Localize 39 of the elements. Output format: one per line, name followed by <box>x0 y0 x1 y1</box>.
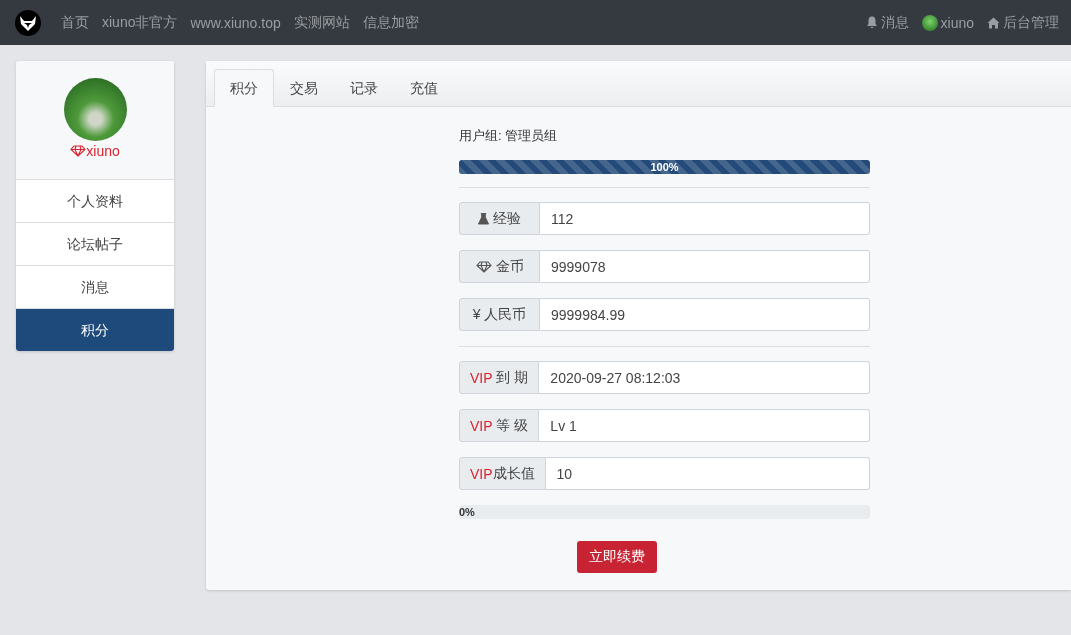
value-field[interactable]: 10 <box>545 457 870 490</box>
diamond-icon <box>70 145 87 157</box>
field-label: ¥ 人民币 <box>459 298 540 331</box>
nav-link[interactable]: 首页 <box>61 13 89 32</box>
tab[interactable]: 充值 <box>394 69 454 107</box>
avatar-icon <box>921 14 938 31</box>
tab[interactable]: 记录 <box>334 69 394 107</box>
value-field[interactable]: 9999078 <box>540 250 870 283</box>
field-label: 经验 <box>459 202 540 235</box>
value-field[interactable]: 2020-09-27 08:12:03 <box>539 361 870 394</box>
sidebar-item[interactable]: 个人资料 <box>16 180 174 223</box>
sidebar-item[interactable]: 论坛帖子 <box>16 223 174 266</box>
nav-link[interactable]: 消息 <box>865 13 909 32</box>
nav-link[interactable]: 后台管理 <box>987 13 1059 32</box>
user-group-text: 用户组: 管理员组 <box>459 127 559 145</box>
home-icon <box>987 16 1000 29</box>
nav-link[interactable]: xiuno <box>921 14 974 31</box>
nav-link[interactable]: xiuno非官方 <box>102 13 178 32</box>
progress-reading: 0% <box>459 505 475 519</box>
progress-reading: 100% <box>649 160 680 174</box>
field-label: VIP 到 期 <box>459 361 540 394</box>
tab[interactable]: 交易 <box>274 69 334 107</box>
value-field[interactable]: Lv 1 <box>539 409 870 442</box>
renew-button[interactable]: 立即续费 <box>577 541 657 573</box>
username-link[interactable]: xiuno <box>70 143 120 159</box>
value-field[interactable]: 112 <box>540 202 870 235</box>
bell-icon <box>865 16 878 29</box>
nav-link[interactable]: 实测网站 <box>293 13 350 32</box>
nav-link[interactable]: 信息加密 <box>362 13 419 32</box>
field-label: VIP成长值 <box>459 457 546 490</box>
tab[interactable]: 积分 <box>214 69 274 107</box>
field-label: VIP 等 级 <box>459 409 540 442</box>
field-label: 金币 <box>459 250 540 283</box>
diamond-icon <box>475 260 492 273</box>
nav-link[interactable]: www.xiuno.top <box>190 14 281 31</box>
flask-icon <box>478 212 489 225</box>
horned-mask-logo-icon[interactable] <box>15 9 41 36</box>
value-field[interactable]: 9999984.99 <box>540 298 870 331</box>
sidebar-item[interactable]: 积分 <box>16 309 174 351</box>
